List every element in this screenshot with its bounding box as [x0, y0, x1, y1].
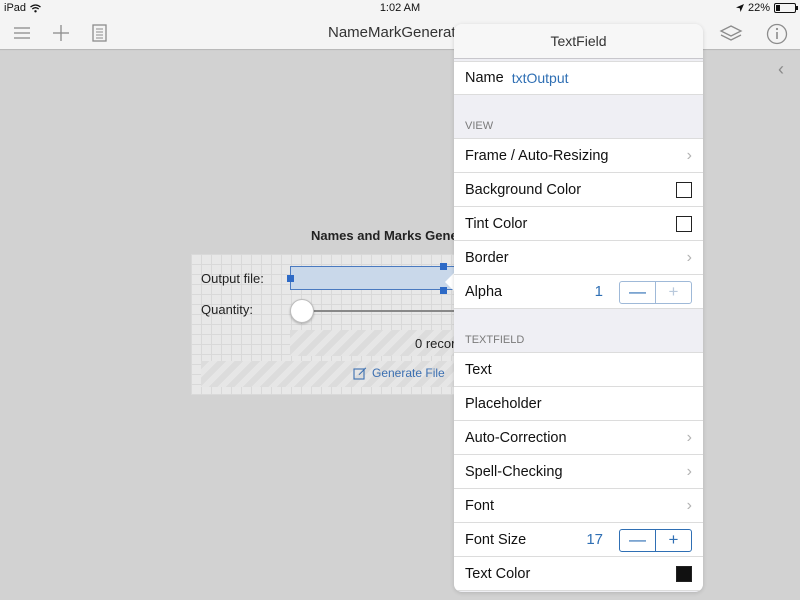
generate-file-label: Generate File	[372, 366, 445, 380]
row-placeholder[interactable]: Placeholder	[454, 387, 703, 421]
app-title: NameMarkGenerator	[328, 24, 456, 41]
edit-icon	[353, 367, 367, 380]
row-spell-checking[interactable]: Spell-Checking ›	[454, 455, 703, 489]
document-icon[interactable]	[89, 22, 111, 44]
info-icon[interactable]	[765, 22, 789, 46]
menu-icon[interactable]	[11, 22, 33, 44]
row-label: Auto-Correction	[465, 429, 567, 446]
section-view: VIEW	[454, 95, 703, 139]
output-textfield[interactable]	[290, 266, 465, 290]
row-font-size: Font Size 17 — +	[454, 523, 703, 557]
decrement-button[interactable]: —	[620, 530, 656, 551]
font-size-stepper[interactable]: — +	[619, 529, 692, 552]
status-time: 1:02 AM	[379, 2, 421, 14]
status-right: 22%	[735, 2, 798, 14]
battery-percent: 22%	[747, 2, 770, 14]
row-background-color[interactable]: Background Color	[454, 173, 703, 207]
row-label: Text Color	[465, 565, 531, 582]
row-label: Background Color	[465, 181, 582, 198]
row-label: Text	[465, 361, 492, 378]
tint-color-swatch[interactable]	[676, 216, 692, 232]
status-bar: iPad 1:02 AM 22%	[0, 0, 800, 16]
row-label: Font Size	[465, 531, 527, 548]
row-text[interactable]: Text	[454, 353, 703, 387]
chevron-right-icon: ›	[686, 249, 692, 266]
alpha-value: 1	[594, 283, 603, 300]
chevron-right-icon: ›	[686, 429, 692, 446]
section-textfield: TEXTFIELD	[454, 309, 703, 353]
name-value[interactable]: txtOutput	[512, 70, 569, 86]
add-icon[interactable]	[50, 22, 72, 44]
location-arrow-icon	[735, 4, 744, 12]
quantity-slider-track[interactable]	[301, 310, 471, 312]
row-frame-auto-resizing[interactable]: Frame / Auto-Resizing ›	[454, 139, 703, 173]
background-color-swatch[interactable]	[676, 182, 692, 198]
row-label: Spell-Checking	[465, 463, 563, 480]
row-label: Frame / Auto-Resizing	[465, 147, 609, 164]
form-view[interactable]: Output file: Quantity: 0 records Generat…	[191, 254, 471, 395]
increment-button[interactable]: +	[656, 282, 691, 303]
quantity-label: Quantity:	[201, 302, 254, 317]
popover-title: TextField	[454, 24, 703, 59]
row-tint-color[interactable]: Tint Color	[454, 207, 703, 241]
row-label: Border	[465, 249, 509, 266]
quantity-slider-knob[interactable]	[290, 299, 314, 323]
name-row[interactable]: Name txtOutput	[454, 61, 703, 95]
font-size-value: 17	[586, 531, 603, 548]
form-title: Names and Marks Generator	[311, 228, 461, 243]
generate-file-button[interactable]: Generate File	[353, 366, 445, 380]
row-label: Tint Color	[465, 215, 528, 232]
row-alpha: Alpha 1 — +	[454, 275, 703, 309]
layers-icon[interactable]	[719, 22, 743, 46]
chevron-right-icon: ›	[686, 497, 692, 514]
text-color-swatch[interactable]	[676, 566, 692, 582]
chevron-left-icon[interactable]: ‹	[778, 59, 784, 80]
alpha-stepper[interactable]: — +	[619, 281, 692, 304]
chevron-right-icon: ›	[686, 147, 692, 164]
output-file-label: Output file:	[201, 271, 264, 286]
name-label: Name	[465, 70, 504, 86]
decrement-button[interactable]: —	[620, 282, 656, 303]
row-border[interactable]: Border ›	[454, 241, 703, 275]
resize-handle[interactable]	[287, 275, 294, 282]
increment-button[interactable]: +	[656, 530, 691, 551]
row-label: Alpha	[465, 283, 503, 300]
row-label: Font	[465, 497, 495, 514]
row-label: Placeholder	[465, 395, 542, 412]
row-text-color[interactable]: Text Color	[454, 557, 703, 591]
inspector-popover: TextField Name txtOutput VIEW Frame / Au…	[454, 24, 703, 592]
battery-icon	[774, 3, 798, 13]
row-auto-correction[interactable]: Auto-Correction ›	[454, 421, 703, 455]
resize-handle[interactable]	[440, 263, 447, 270]
chevron-right-icon: ›	[686, 463, 692, 480]
row-font[interactable]: Font ›	[454, 489, 703, 523]
